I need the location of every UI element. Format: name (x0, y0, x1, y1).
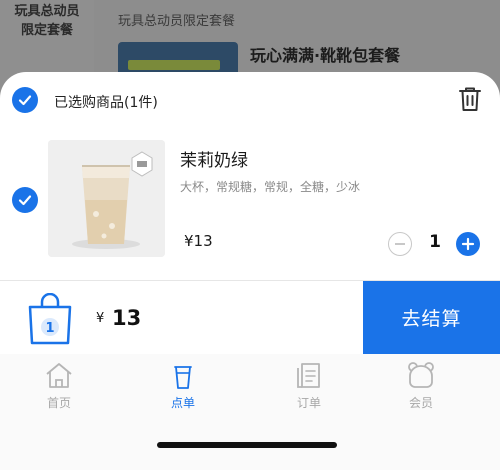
drink-image (48, 140, 165, 257)
home-indicator (157, 442, 337, 448)
milk-tea-cup-icon (48, 140, 165, 257)
tab-orders[interactable]: 订单 (269, 360, 349, 411)
tab-member[interactable]: 会员 (381, 360, 461, 411)
total-price: 13 (112, 306, 142, 330)
item-name: 茉莉奶绿 (180, 151, 248, 171)
trash-icon[interactable] (458, 86, 482, 112)
background-product-name: 玩心满满·靴靴包套餐 (250, 46, 401, 65)
shopping-bag-button[interactable]: 1 (26, 292, 74, 345)
total-currency: ¥ (96, 311, 105, 326)
tab-orders-label: 订单 (296, 396, 321, 410)
cart-sheet: 已选购商品(1件) 茉莉奶绿 大杯，常规糖，常规，全糖，少冰 ¥13 1 1 ¥… (0, 72, 500, 470)
select-all-checkbox[interactable] (12, 87, 38, 113)
home-icon (46, 363, 72, 388)
tab-order-menu[interactable]: 点单 (143, 360, 223, 411)
item-checkbox[interactable] (12, 187, 38, 213)
quantity-value: 1 (429, 232, 441, 252)
shopping-bag-icon: 1 (28, 292, 72, 345)
tab-home-label: 首页 (46, 396, 71, 410)
selected-items-label: 已选购商品(1件) (54, 95, 158, 111)
cart-item: 茉莉奶绿 大杯，常规糖，常规，全糖，少冰 ¥13 1 (0, 132, 500, 280)
bag-count: 1 (45, 321, 54, 336)
check-icon (18, 95, 32, 106)
item-spec: 大杯，常规糖，常规，全糖，少冰 (180, 180, 361, 194)
tab-order-menu-label: 点单 (170, 396, 195, 410)
item-price: ¥13 (184, 232, 213, 250)
check-icon (18, 195, 32, 206)
tab-home[interactable]: 首页 (19, 360, 99, 411)
quantity-decrease-button[interactable] (388, 232, 412, 256)
checkout-button[interactable]: 去结算 (363, 281, 500, 354)
checkout-bar: 1 ¥ 13 去结算 (0, 281, 500, 354)
cup-icon (174, 366, 192, 389)
quantity-increase-button[interactable] (456, 232, 480, 256)
cart-header: 已选购商品(1件) (0, 72, 500, 130)
background-category-label: 玩具总动员 限定套餐 (14, 4, 80, 38)
background-section-title: 玩具总动员限定套餐 (118, 14, 236, 29)
member-bear-icon (408, 362, 434, 388)
minus-icon (395, 243, 405, 245)
bottom-tab-bar: 首页 点单 订单 会员 (0, 354, 500, 470)
plus-icon (461, 237, 475, 251)
tab-member-label: 会员 (408, 396, 433, 410)
order-list-icon (297, 363, 320, 388)
